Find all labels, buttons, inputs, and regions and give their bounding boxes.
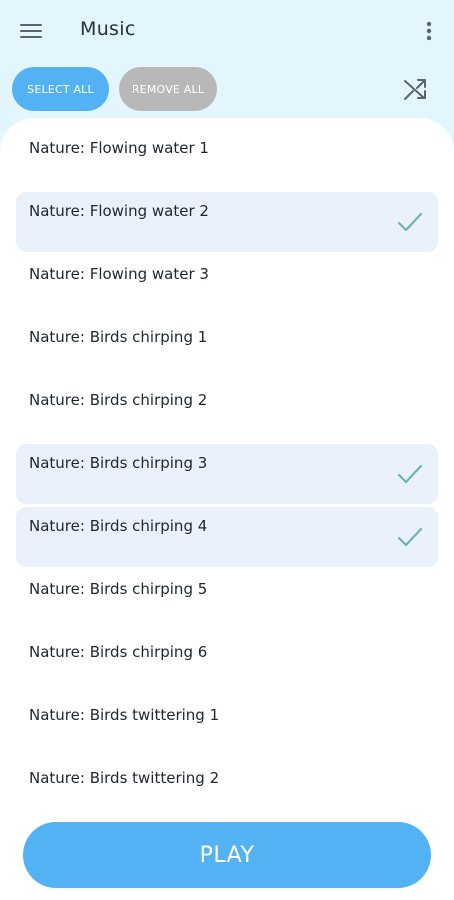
shuffle-icon[interactable] — [398, 71, 434, 107]
track-label: Nature: Birds chirping 3 — [29, 454, 208, 472]
track-row[interactable]: Nature: Birds chirping 4 — [16, 507, 438, 567]
track-label: Nature: Birds twittering 2 — [29, 769, 220, 787]
track-label: Nature: Flowing water 3 — [29, 265, 209, 283]
track-label: Nature: Birds twittering 1 — [29, 706, 220, 724]
app-bar: Music — [0, 0, 454, 62]
checkmark-icon — [397, 464, 423, 484]
remove-all-button[interactable]: REMOVE ALL — [119, 67, 217, 111]
hamburger-menu-icon[interactable] — [14, 14, 48, 48]
page-title: Music — [80, 18, 136, 40]
track-row[interactable]: Nature: Flowing water 3 — [16, 255, 438, 315]
track-label: Nature: Flowing water 2 — [29, 202, 209, 220]
track-label: Nature: Birds chirping 6 — [29, 643, 208, 661]
track-row[interactable]: Nature: Birds chirping 1 — [16, 318, 438, 378]
more-vert-icon[interactable] — [414, 14, 444, 48]
select-all-button[interactable]: SELECT ALL — [12, 67, 109, 111]
track-row[interactable]: Nature: Birds twittering 2 — [16, 759, 438, 819]
track-row[interactable]: Nature: Birds twittering 1 — [16, 696, 438, 756]
play-button[interactable]: PLAY — [23, 822, 431, 888]
track-row[interactable]: Nature: Birds chirping 3 — [16, 444, 438, 504]
track-label: Nature: Birds chirping 1 — [29, 328, 208, 346]
checkmark-icon — [397, 527, 423, 547]
track-label: Nature: Birds chirping 2 — [29, 391, 208, 409]
track-row[interactable]: Nature: Birds chirping 2 — [16, 381, 438, 441]
track-label: Nature: Birds chirping 4 — [29, 517, 208, 535]
track-label: Nature: Birds chirping 5 — [29, 580, 208, 598]
track-row[interactable]: Nature: Flowing water 2 — [16, 192, 438, 252]
track-row[interactable]: Nature: Birds chirping 6 — [16, 633, 438, 693]
track-row[interactable]: Nature: Birds chirping 5 — [16, 570, 438, 630]
checkmark-icon — [397, 212, 423, 232]
track-label: Nature: Flowing water 1 — [29, 139, 209, 157]
track-row[interactable]: Nature: Flowing water 1 — [16, 129, 438, 189]
